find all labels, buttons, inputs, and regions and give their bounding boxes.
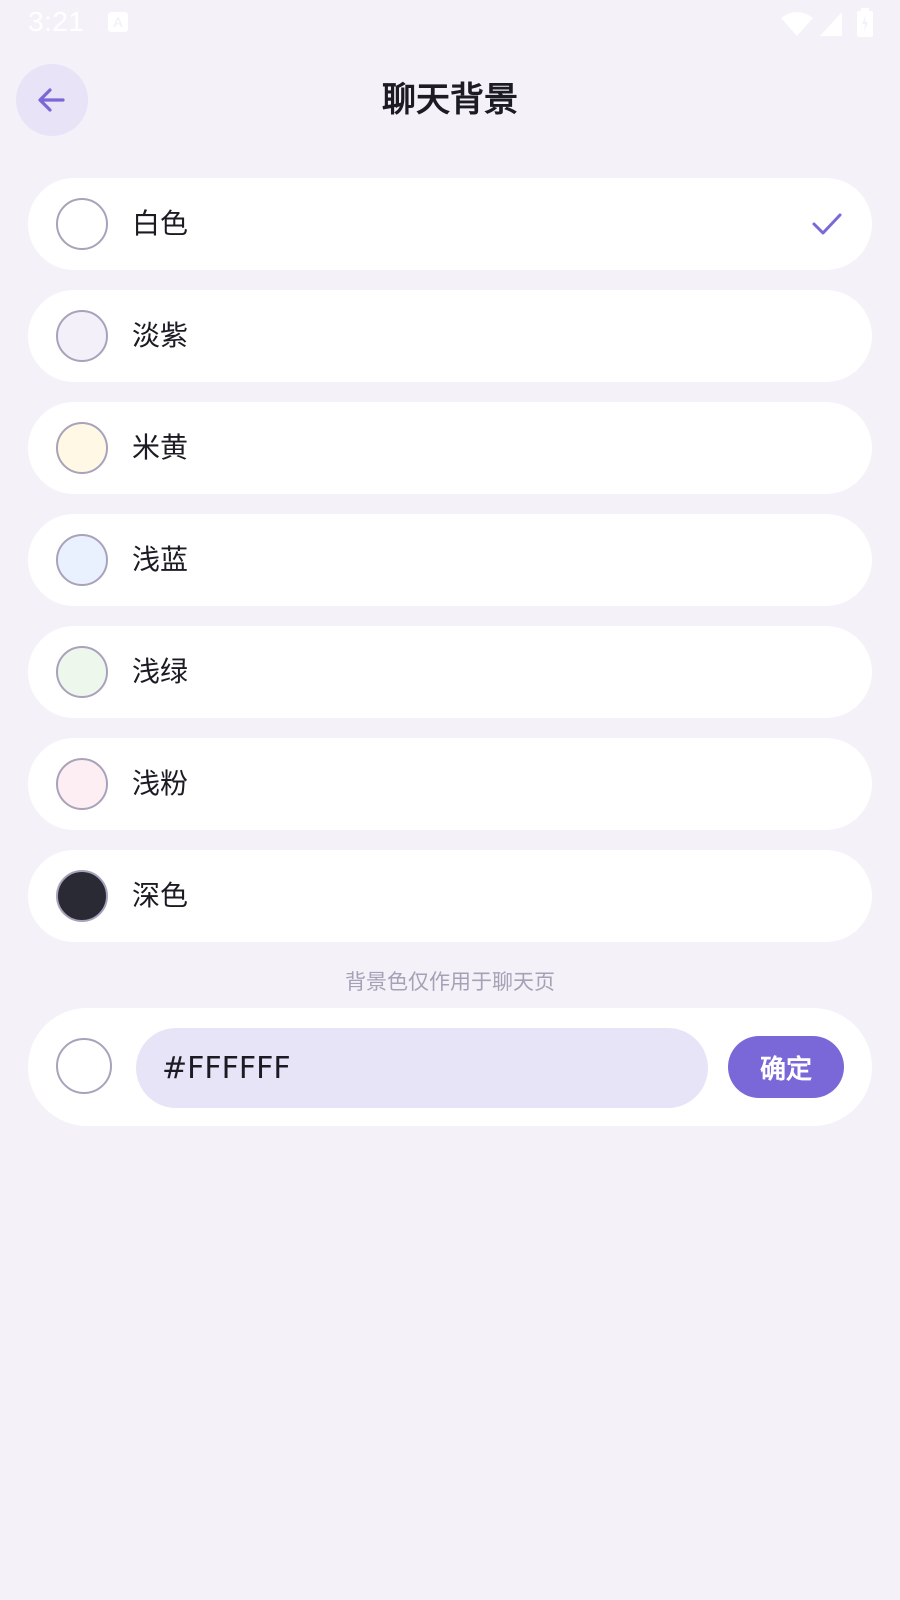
option-beige[interactable]: 米黄 [28,402,872,494]
page-title: 聊天背景 [382,80,518,120]
wifi-icon [781,12,813,36]
a-icon: A [108,12,128,32]
option-dark[interactable]: 深色 [28,850,872,942]
status-bar: 3:21 A [0,0,900,48]
custom-color-preview [56,1038,112,1094]
color-swatch [56,310,108,362]
option-label: 深色 [132,879,189,912]
option-light-blue[interactable]: 浅蓝 [28,514,872,606]
option-label: 白色 [132,207,189,240]
check-icon [812,213,842,235]
option-light-green[interactable]: 浅绿 [28,626,872,718]
option-white[interactable]: 白色 [28,178,872,270]
option-light-pink[interactable]: 浅粉 [28,738,872,830]
signal-icon [820,12,842,36]
color-swatch [56,534,108,586]
option-label: 浅粉 [132,767,189,800]
background-option-list: 白色 淡紫 米黄 浅蓝 浅绿 浅粉 深色 [28,178,872,962]
option-label: 浅蓝 [132,543,189,576]
option-label: 淡紫 [132,319,189,352]
color-swatch [56,198,108,250]
custom-color-row: 确定 [28,1008,872,1126]
battery-icon [857,8,873,37]
color-swatch [56,422,108,474]
color-swatch [56,646,108,698]
option-label: 米黄 [132,431,189,464]
status-time: 3:21 [28,6,85,37]
color-swatch [56,758,108,810]
option-label: 浅绿 [132,655,189,688]
hint-text: 背景色仅作用于聊天页 [345,970,555,994]
confirm-button[interactable]: 确定 [728,1036,844,1098]
color-swatch [56,870,108,922]
hex-color-input[interactable] [136,1028,708,1108]
option-light-purple[interactable]: 淡紫 [28,290,872,382]
